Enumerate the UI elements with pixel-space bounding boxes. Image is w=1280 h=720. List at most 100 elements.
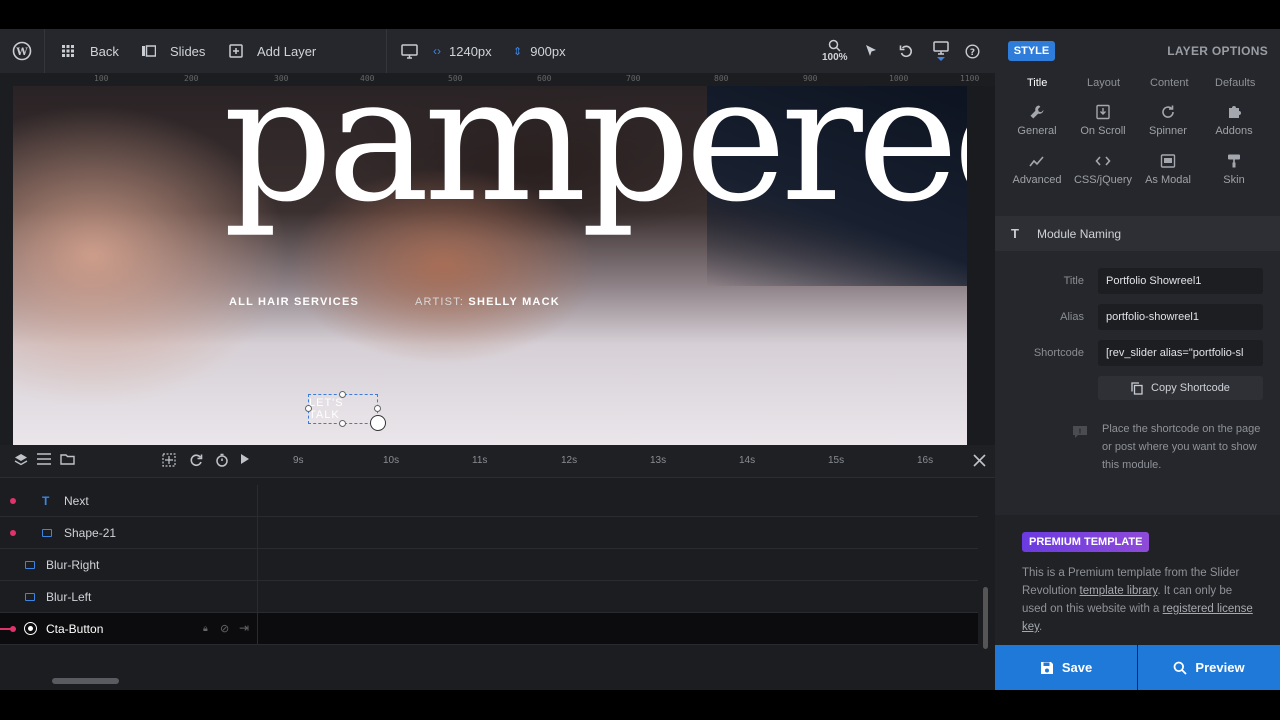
add-layer-button[interactable]: Add Layer <box>229 29 316 73</box>
save-icon <box>1040 661 1053 674</box>
slides-button[interactable]: Slides <box>142 29 205 73</box>
title-input[interactable]: Portfolio Showreel1 <box>1098 268 1263 294</box>
lock-icon[interactable]: 🔒︎ <box>203 623 208 634</box>
slides-icon <box>142 45 156 57</box>
width-value: 1240px <box>449 43 492 59</box>
layers-icon[interactable] <box>14 453 28 470</box>
close-timeline-icon[interactable] <box>973 454 986 470</box>
ruler-tick: 1100 <box>960 74 980 83</box>
grid-skin[interactable]: Skin <box>1201 153 1267 186</box>
canvas-gutter <box>967 86 995 445</box>
layer-row-blur-left[interactable]: Blur-Left <box>0 581 978 613</box>
tab-title[interactable]: Title <box>1027 77 1047 89</box>
snap-icon[interactable] <box>162 453 176 470</box>
artist-text-layer[interactable]: ARTIST: SHELLY MACK <box>415 296 560 308</box>
svg-text:!: ! <box>1078 428 1081 436</box>
wordpress-logo-button[interactable]: W <box>12 29 32 73</box>
headline-layer[interactable]: pampered <box>223 86 967 226</box>
list-icon[interactable] <box>37 453 51 468</box>
grid-label: Addons <box>1215 125 1253 137</box>
grid-general[interactable]: General <box>1004 104 1070 137</box>
desktop-icon <box>933 41 949 55</box>
grid-spinner[interactable]: Spinner <box>1135 104 1201 137</box>
panel-header: STYLE LAYER OPTIONS <box>995 29 1280 73</box>
caret-down-icon <box>937 57 945 61</box>
time-marker: 14s <box>739 455 756 466</box>
wordpress-icon: W <box>12 41 32 61</box>
resize-handle[interactable] <box>374 405 381 412</box>
options-panel: STYLE LAYER OPTIONS Title Layout Content… <box>995 29 1280 690</box>
timeline-toolbar: 9s 10s 11s 12s 13s 14s 15s 16s <box>0 445 995 478</box>
template-library-link[interactable]: template library <box>1080 585 1158 597</box>
height-control[interactable]: ⇕ 900px <box>513 29 566 73</box>
layer-row-next[interactable]: T Next <box>0 485 978 517</box>
grid-css-jquery[interactable]: CSS/jQuery <box>1070 153 1136 186</box>
help-button[interactable]: ? <box>965 29 980 73</box>
grid-label: CSS/jQuery <box>1073 174 1133 186</box>
back-button[interactable]: Back <box>62 29 119 73</box>
tab-content[interactable]: Content <box>1150 77 1189 89</box>
copy-icon <box>1131 381 1143 395</box>
timer-icon[interactable] <box>215 453 229 470</box>
timeline-panel: 9s 10s 11s 12s 13s 14s 15s 16s T Next Sh… <box>0 445 995 690</box>
ruler-tick: 400 <box>360 74 375 83</box>
info-icon: ! <box>1073 426 1087 438</box>
time-marker: 9s <box>293 455 304 466</box>
device-desktop-button[interactable] <box>401 29 418 73</box>
loop-icon[interactable] <box>189 453 203 470</box>
slide-canvas[interactable]: pampered ALL HAIR SERVICES ARTIST: SHELL… <box>13 86 967 445</box>
shortcode-input[interactable]: [rev_slider alias="portfolio-sl <box>1098 340 1263 366</box>
module-naming-section[interactable]: T Module Naming <box>995 216 1280 251</box>
grid-advanced[interactable]: Advanced <box>1004 153 1070 186</box>
grid-on-scroll[interactable]: On Scroll <box>1070 104 1136 137</box>
resize-handle[interactable] <box>339 420 346 427</box>
chart-line-icon <box>1029 156 1044 167</box>
ruler-left <box>0 86 13 445</box>
preview-device-button[interactable] <box>933 29 949 73</box>
zoom-value: 100% <box>822 52 848 63</box>
folder-icon[interactable] <box>60 453 75 468</box>
alias-input[interactable]: portfolio-showreel1 <box>1098 304 1263 330</box>
visibility-icon[interactable]: ⊘ <box>220 622 229 635</box>
rotate-handle-icon[interactable] <box>370 415 386 431</box>
save-label: Save <box>1061 660 1093 675</box>
preview-label: Preview <box>1195 660 1245 675</box>
cta-text: LET'S TALK <box>309 397 344 421</box>
time-marker: 16s <box>917 455 934 466</box>
layer-name: Shape-21 <box>64 525 117 540</box>
timeline-vertical-scrollbar[interactable] <box>983 587 988 649</box>
layer-dot <box>10 626 16 632</box>
timeline-horizontal-scrollbar[interactable] <box>52 678 119 684</box>
layer-options-tab[interactable]: LAYER OPTIONS <box>1167 44 1268 58</box>
resize-handle[interactable] <box>305 405 312 412</box>
copy-shortcode-button[interactable]: Copy Shortcode <box>1098 376 1263 400</box>
services-text-layer[interactable]: ALL HAIR SERVICES <box>229 296 359 308</box>
preview-button[interactable]: Preview <box>1138 645 1280 690</box>
style-button[interactable]: STYLE <box>1008 41 1055 61</box>
undo-button[interactable] <box>899 29 913 73</box>
grid-addons[interactable]: Addons <box>1201 104 1267 137</box>
tab-defaults[interactable]: Defaults <box>1215 77 1255 89</box>
layer-row-cta-button[interactable]: Cta-Button 🔒︎ ⊘ ⇥ <box>0 613 978 645</box>
tab-layout[interactable]: Layout <box>1087 77 1120 89</box>
play-icon[interactable] <box>240 453 250 468</box>
ruler-tick: 800 <box>714 74 729 83</box>
select-tool-button[interactable] <box>865 29 877 73</box>
add-layer-icon <box>229 44 243 58</box>
grid-label: Advanced <box>1012 174 1062 186</box>
time-marker: 11s <box>472 455 488 466</box>
save-button[interactable]: Save <box>995 645 1137 690</box>
ruler-tick: 300 <box>274 74 289 83</box>
resize-handle[interactable] <box>339 391 346 398</box>
add-layer-label: Add Layer <box>257 43 317 59</box>
grid-as-modal[interactable]: As Modal <box>1135 153 1201 186</box>
layer-row-blur-right[interactable]: Blur-Right <box>0 549 978 581</box>
layer-name: Next <box>64 493 89 508</box>
zoom-control[interactable]: 100% <box>822 29 848 73</box>
width-control[interactable]: ‹› 1240px <box>433 29 492 73</box>
shortcode-label: Shortcode <box>1033 347 1084 359</box>
help-icon: ? <box>965 43 980 59</box>
expand-icon[interactable]: ⇥ <box>239 621 249 635</box>
text-layer-icon: T <box>42 493 50 508</box>
layer-row-shape-21[interactable]: Shape-21 <box>0 517 978 549</box>
